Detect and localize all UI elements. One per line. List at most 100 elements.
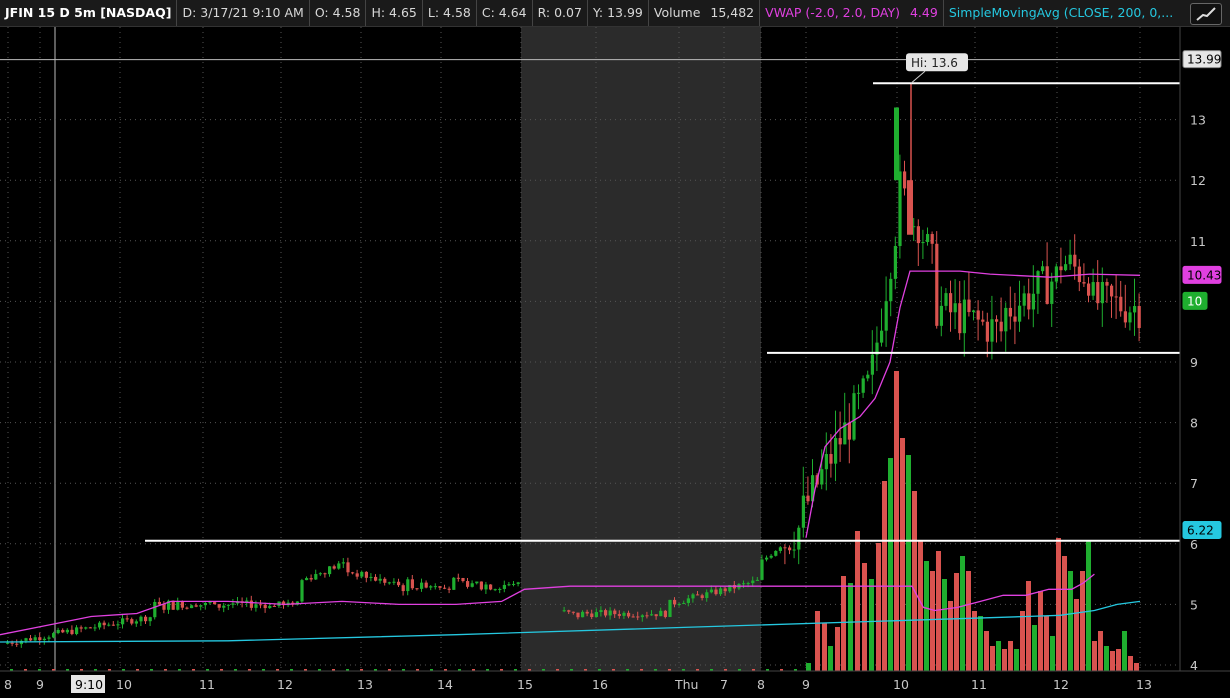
y-tick-label: 11	[1190, 234, 1206, 249]
candle-up	[599, 610, 603, 613]
candle-down	[1123, 311, 1127, 323]
candle-down	[351, 572, 355, 574]
candle-up	[755, 579, 759, 581]
volume-bar	[960, 556, 965, 671]
candle-down	[88, 627, 92, 629]
volume-bar	[815, 611, 820, 671]
candle-up	[1091, 282, 1095, 296]
x-tick-label: 10	[893, 677, 909, 692]
candle-down	[332, 566, 336, 569]
chart-style-button[interactable]	[1190, 3, 1222, 25]
candle-down	[654, 614, 658, 617]
volume-label: Volume	[653, 5, 701, 20]
volume-bar	[1116, 649, 1121, 671]
volume-bar	[1014, 649, 1019, 671]
volume-bar	[1104, 646, 1109, 671]
candle-up	[65, 629, 69, 633]
x-tick-label: 11	[971, 677, 987, 692]
candle-up	[1068, 254, 1072, 265]
shaded-session	[521, 27, 761, 671]
candle-up	[691, 594, 695, 599]
volume-bar	[1050, 636, 1055, 671]
candle-up	[742, 583, 746, 585]
date-readout: D: 3/17/21 9:10 AM	[177, 0, 310, 26]
candle-up	[502, 584, 506, 589]
candle-up	[650, 614, 654, 616]
volume-bar	[1110, 651, 1115, 671]
chart-header: JFIN 15 D 5m [NASDAQ] D: 3/17/21 9:10 AM…	[0, 0, 1230, 27]
vwap-label[interactable]: VWAP (-2.0, 2.0, DAY)	[760, 0, 905, 26]
candle-up	[24, 638, 28, 641]
candle-up	[792, 549, 796, 551]
y-tick-label: 7	[1190, 476, 1198, 491]
candle-down	[130, 619, 134, 624]
open-readout: O: 4.58	[310, 0, 367, 26]
candle-up	[199, 605, 203, 607]
candle-up	[765, 557, 769, 560]
candle-up	[341, 562, 345, 564]
volume-bar	[906, 455, 911, 671]
candle-down	[489, 584, 493, 590]
candle-down	[70, 629, 74, 635]
candle-up	[75, 627, 79, 635]
candle-up	[797, 527, 801, 550]
candle-up	[1036, 271, 1040, 294]
volume-bar	[862, 563, 867, 671]
candle-up	[774, 550, 778, 556]
candle-down	[323, 573, 327, 575]
volume-bar	[1038, 591, 1043, 671]
volume-bar	[930, 571, 935, 671]
candle-down	[935, 243, 939, 326]
candle-down	[111, 624, 115, 626]
candle-down	[194, 605, 198, 607]
volume-bar	[924, 561, 929, 671]
candle-up	[190, 605, 194, 609]
hi-annotation: Hi: 13.6	[911, 56, 958, 70]
candle-down	[10, 642, 14, 644]
candle-up	[6, 642, 10, 644]
candle-down	[847, 422, 851, 440]
volume-bar	[912, 491, 917, 671]
candle-up	[328, 566, 332, 575]
candle-down	[696, 594, 700, 596]
candle-up	[953, 303, 957, 313]
chart-style-icon	[1196, 7, 1216, 21]
candle-down	[1105, 281, 1109, 286]
symbol-label[interactable]: JFIN 15 D 5m [NASDAQ]	[0, 0, 178, 26]
candle-up	[622, 612, 626, 616]
candle-down	[788, 547, 792, 551]
candle-down	[967, 299, 971, 313]
candle-up	[176, 601, 180, 610]
x-tick-label: 8	[757, 677, 765, 692]
candle-down	[171, 600, 175, 610]
volume-bar	[1074, 599, 1079, 671]
candle-down	[1114, 296, 1118, 298]
candle-down	[1027, 293, 1031, 310]
candle-up	[990, 319, 994, 342]
volume-bar	[1122, 631, 1127, 671]
candle-up	[769, 555, 773, 558]
candle-up	[926, 234, 930, 243]
candle-up	[1100, 281, 1104, 304]
candle-down	[415, 588, 419, 590]
price-chart[interactable]: 45678910111213899:1010111213141516Thu789…	[0, 27, 1230, 698]
candle-down	[631, 616, 635, 618]
candle-up	[893, 246, 897, 279]
candle-up	[1050, 281, 1054, 304]
candle-up	[107, 624, 111, 626]
candle-up	[484, 584, 488, 590]
candle-up	[921, 242, 925, 244]
candle-up	[880, 330, 884, 343]
range-readout: R: 0.07	[533, 0, 588, 26]
candle-down	[162, 604, 166, 610]
candle-up	[516, 582, 520, 584]
candle-up	[116, 624, 120, 626]
candle-down	[401, 585, 405, 592]
candle-down	[907, 180, 913, 235]
candle-up	[581, 611, 585, 618]
candle-down	[1008, 307, 1012, 317]
x-tick-label: 13	[1136, 677, 1152, 692]
sma-label[interactable]: SimpleMovingAvg (CLOSE, 200, 0,...	[944, 0, 1178, 26]
candle-up	[139, 616, 143, 622]
candle-up	[719, 588, 723, 595]
